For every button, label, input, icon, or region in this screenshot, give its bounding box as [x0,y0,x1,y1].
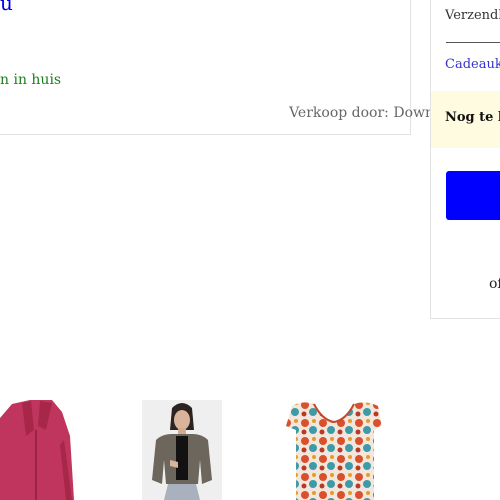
product-thumbnail-1[interactable] [0,400,75,500]
product-thumbnail-3[interactable] [282,400,387,500]
paisley-top-image [286,402,382,500]
stock-status: n in huis [0,72,62,88]
amount-due-label: Nog te be [445,110,500,125]
summary-divider [446,42,500,43]
or-separator: of [489,276,500,292]
checkout-button[interactable] [446,171,500,220]
product-thumbnail-2[interactable] [142,400,222,500]
grey-jacket-model-image [142,400,222,500]
product-title-link[interactable]: u [0,0,13,14]
pink-blazer-image [0,400,74,500]
gift-card-link[interactable]: Cadeauk [445,57,500,72]
shipping-label: Verzendl [445,8,500,23]
order-summary-panel [430,0,500,319]
